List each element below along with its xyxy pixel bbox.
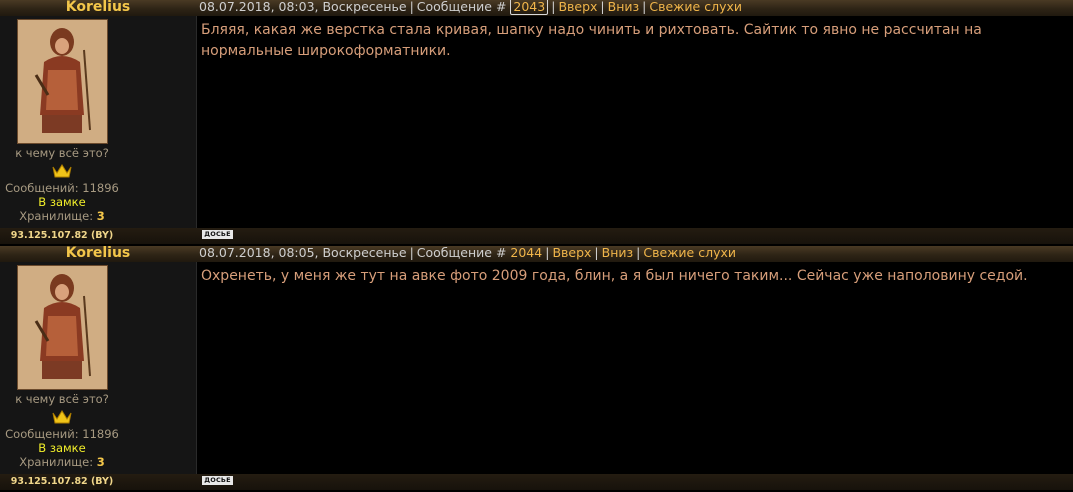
- status-online: В замке: [38, 195, 86, 209]
- avatar[interactable]: [17, 265, 108, 390]
- crown-icon: [52, 409, 72, 425]
- scroll-down-link[interactable]: Вниз: [608, 0, 640, 14]
- storage-stat: Хранилище: 3: [0, 455, 124, 469]
- post-text: Бляяя, какая же верстка стала кривая, ша…: [201, 22, 982, 59]
- author-sidebar: к чему всё это? Сообщений: 11896 В замке…: [0, 262, 197, 474]
- post-header: Korelius 08.07.2018, 08:05, Воскресенье |…: [0, 246, 1073, 262]
- posts-count: Сообщений: 11896: [5, 181, 119, 195]
- message-label: Сообщение #: [416, 245, 507, 260]
- post-date: 08.07.2018, 08:03, Воскресенье: [199, 0, 407, 14]
- post-text: Охренеть, у меня же тут на авке фото 200…: [201, 268, 1028, 284]
- storage-label: Хранилище:: [19, 455, 94, 469]
- ip-address: 93.125.107.82 (BY): [10, 476, 114, 487]
- post: Korelius 08.07.2018, 08:03, Воскресенье |…: [0, 0, 1073, 246]
- ip-address: 93.125.107.82 (BY): [10, 230, 114, 241]
- status-online: В замке: [38, 441, 86, 455]
- scroll-up-link[interactable]: Вверх: [558, 0, 597, 14]
- crown-icon: [52, 163, 72, 179]
- post: Korelius 08.07.2018, 08:05, Воскресенье |…: [0, 246, 1073, 492]
- fresh-rumors-link[interactable]: Свежие слухи: [643, 245, 736, 260]
- scroll-down-link[interactable]: Вниз: [602, 245, 634, 260]
- message-number-link[interactable]: 2044: [510, 245, 542, 260]
- author-name[interactable]: Korelius: [0, 246, 196, 262]
- fresh-rumors-link[interactable]: Свежие слухи: [649, 0, 742, 14]
- post-meta: 08.07.2018, 08:03, Воскресенье | Сообщение…: [199, 0, 742, 15]
- dossier-button[interactable]: ДОСЬЕ: [202, 476, 233, 485]
- post-meta: 08.07.2018, 08:05, Воскресенье | Сообщение…: [199, 245, 736, 260]
- message-number-link[interactable]: 2043: [510, 0, 549, 15]
- post-header: Korelius 08.07.2018, 08:03, Воскресенье |…: [0, 0, 1073, 16]
- message-label: Сообщение #: [416, 0, 507, 14]
- post-footer: 93.125.107.82 (BY) ДОСЬЕ: [0, 474, 1073, 490]
- avatar[interactable]: [17, 19, 108, 144]
- user-tagline: к чему всё это?: [15, 392, 109, 406]
- author-name[interactable]: Korelius: [0, 0, 196, 16]
- post-date: 08.07.2018, 08:05, Воскресенье: [199, 245, 407, 260]
- storage-value: 3: [96, 455, 105, 469]
- storage-label: Хранилище:: [19, 209, 94, 223]
- user-tagline: к чему всё это?: [15, 146, 109, 160]
- storage-stat: Хранилище: 3: [0, 209, 124, 223]
- dossier-button[interactable]: ДОСЬЕ: [202, 230, 233, 239]
- post-footer: 93.125.107.82 (BY) ДОСЬЕ: [0, 228, 1073, 244]
- author-sidebar: к чему всё это? Сообщений: 11896 В замке…: [0, 16, 197, 228]
- posts-count: Сообщений: 11896: [5, 427, 119, 441]
- scroll-up-link[interactable]: Вверх: [552, 245, 591, 260]
- storage-value: 3: [96, 209, 105, 223]
